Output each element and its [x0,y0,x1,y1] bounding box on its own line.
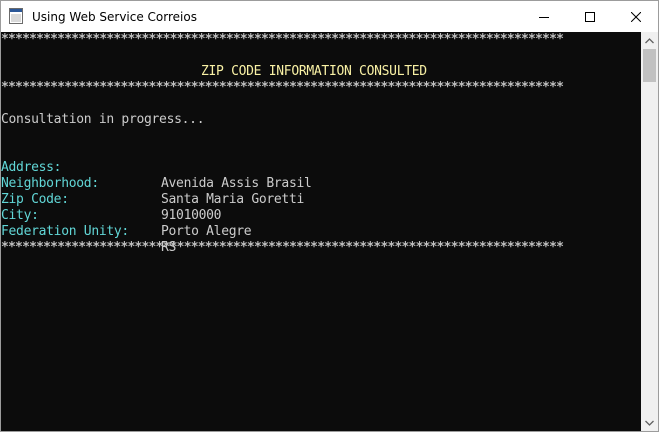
minimize-button[interactable] [521,1,567,32]
vertical-scrollbar[interactable] [641,32,658,431]
separator-line-bottom: ****************************************… [1,240,564,255]
field-label: Federation Unity: [1,224,129,239]
console-app-icon[interactable] [9,8,23,24]
title-bar[interactable]: Using Web Service Correios [1,1,658,32]
maximize-icon [585,11,595,22]
scroll-up-button[interactable] [641,32,658,49]
window-title: Using Web Service Correios [32,10,197,24]
separator-line-top: ****************************************… [1,32,564,47]
minimize-icon [539,16,549,18]
console-heading: ZIP CODE INFORMATION CONSULTED [201,64,427,79]
close-button[interactable] [613,1,658,32]
status-message: Consultation in progress... [1,112,205,127]
console-output[interactable]: ****************************************… [1,32,641,431]
console-window: Using Web Service Correios *************… [0,0,659,432]
field-value: Porto Alegre [161,224,252,239]
scroll-down-button[interactable] [641,414,658,431]
maximize-button[interactable] [567,1,613,32]
close-icon [631,11,641,22]
field-row-federation-unity: Federation Unity: RS [1,208,641,255]
field-row-city: City: Porto Alegre [1,192,641,239]
field-row-zip-code: Zip Code: 91010000 [1,176,641,223]
scrollbar-thumb[interactable] [643,49,656,82]
scroll-down-arrow-icon [645,420,654,426]
separator-line-heading: ****************************************… [1,80,564,95]
field-row-neighborhood: Neighborhood: Santa Maria Goretti [1,160,641,207]
field-row-address: Address: Avenida Assis Brasil [1,144,641,191]
scroll-up-arrow-icon [645,37,654,43]
